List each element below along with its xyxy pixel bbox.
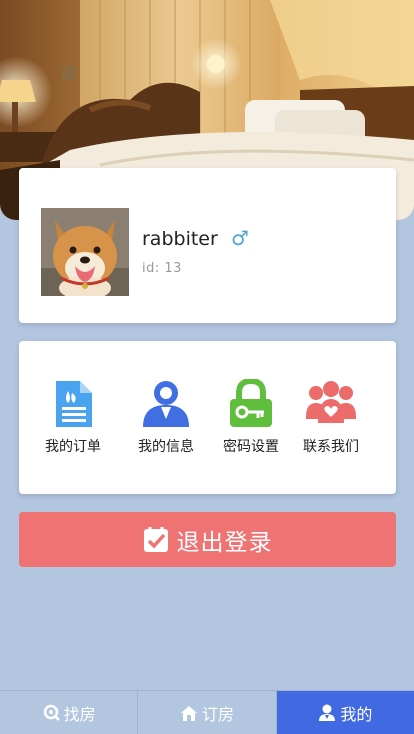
menu-item-my-orders[interactable]: 我的订单: [33, 379, 113, 456]
user-id: id: 13: [142, 261, 182, 276]
group-icon: [306, 381, 356, 423]
check-icon: [143, 526, 168, 552]
menu-label-contact-us: 联系我们: [303, 439, 359, 455]
menu-card: 我的订单 我的信息 密码设置 联系我们: [19, 341, 396, 494]
menu-item-contact-us[interactable]: 联系我们: [291, 379, 371, 456]
user-icon: [319, 704, 336, 721]
home-icon: [180, 705, 197, 721]
document-icon: [56, 381, 92, 427]
menu-label-password-settings: 密码设置: [223, 439, 279, 455]
menu-label-my-info: 我的信息: [138, 439, 194, 455]
tab-label-mine: 我的: [340, 704, 373, 724]
avatar[interactable]: [41, 208, 129, 296]
tab-label-find-room: 找房: [63, 704, 96, 724]
tab-find-room[interactable]: 找房: [0, 691, 139, 734]
gender-male-icon: ♂: [231, 226, 249, 250]
username: rabbiter: [142, 228, 218, 250]
menu-item-password-settings[interactable]: 密码设置: [211, 379, 291, 456]
menu-item-my-info[interactable]: 我的信息: [126, 379, 206, 456]
logout-button[interactable]: 退出登录: [19, 512, 396, 567]
profile-card: rabbiter ♂ id: 13: [19, 168, 396, 323]
menu-label-my-orders: 我的订单: [45, 439, 101, 455]
user-icon: [143, 381, 189, 427]
lock-icon: [230, 379, 272, 427]
tab-label-book-room: 订房: [201, 704, 234, 724]
tab-mine[interactable]: 我的: [276, 691, 414, 734]
logout-label: 退出登录: [176, 529, 273, 556]
tab-book-room[interactable]: 订房: [138, 691, 277, 734]
search-icon: [43, 704, 60, 721]
bottom-tab-bar: 找房 订房 我的: [0, 690, 414, 734]
